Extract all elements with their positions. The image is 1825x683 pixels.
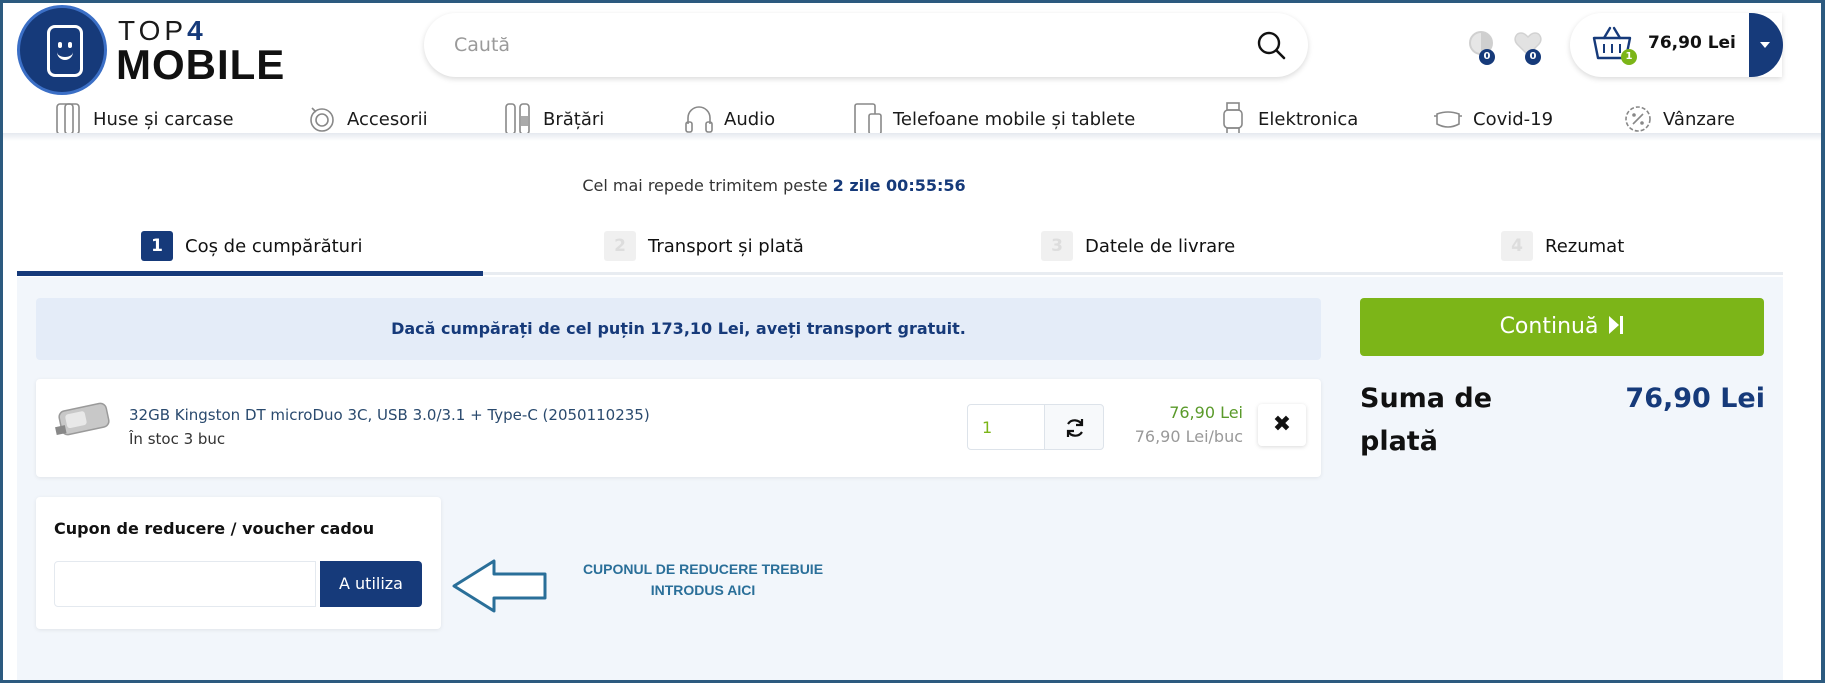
product-name-link[interactable]: 32GB Kingston DT microDuo 3C, USB 3.0/3.… (129, 406, 650, 424)
nav-label: Accesorii (347, 108, 428, 130)
continue-button[interactable]: Continuă (1360, 298, 1764, 356)
tablet-phone-icon (854, 103, 882, 135)
discount-icon (1625, 106, 1651, 132)
nav-label: Brățări (543, 108, 605, 130)
step-transport[interactable]: 2 Transport și plată (604, 231, 804, 261)
step-cart[interactable]: 1 Coș de cumpărături (141, 231, 363, 261)
headphones-icon (685, 106, 713, 133)
apply-coupon-button[interactable]: A utiliza (320, 561, 422, 607)
compare-count-badge: 0 (1479, 49, 1495, 65)
steps-progress (17, 271, 483, 276)
search-input[interactable] (454, 13, 1234, 77)
nav-label: Elektronica (1258, 108, 1359, 130)
nav-label: Vânzare (1663, 108, 1735, 130)
coupon-title: Cupon de reducere / voucher cadou (54, 519, 375, 538)
logo-icon[interactable] (17, 5, 107, 95)
step-summary[interactable]: 4 Rezumat (1501, 231, 1624, 261)
update-quantity-button[interactable] (1044, 404, 1104, 450)
coupon-input[interactable] (54, 561, 316, 607)
caret-down-icon (1760, 42, 1770, 48)
mask-icon (1434, 111, 1462, 128)
close-icon: ✖ (1272, 412, 1292, 437)
wishlist-count-badge: 0 (1525, 49, 1541, 65)
coupon-section: Cupon de reducere / voucher cadou A util… (36, 497, 441, 629)
logo-phone-glyph (47, 25, 83, 77)
nav-label: Huse și carcase (93, 108, 234, 130)
refresh-icon (1066, 419, 1084, 437)
band-icon (505, 103, 530, 135)
item-unit-price: 76,90 Lei/buc (1134, 427, 1243, 446)
arrow-left-icon (452, 559, 547, 613)
checkout-steps: 1 Coș de cumpărături 2 Transport și plat… (17, 219, 1783, 276)
delivery-time: 2 zile 00:55:56 (832, 176, 966, 195)
site-header: TOP4 MOBILE 0 0 1 (3, 3, 1821, 95)
nav-divider (3, 133, 1821, 141)
logo-text-bottom[interactable]: MOBILE (116, 41, 285, 89)
cable-icon (310, 107, 334, 132)
remove-item-button[interactable]: ✖ (1258, 404, 1306, 446)
usb-drive-image (55, 402, 110, 436)
search-icon[interactable] (1256, 30, 1286, 60)
nav-label: Audio (724, 108, 776, 130)
coupon-annotation: CUPONUL DE REDUCERE TREBUIE INTRODUS AIC… (582, 561, 824, 598)
delivery-countdown: Cel mai repede trimitem peste 2 zile 00:… (582, 176, 966, 195)
nav-label: Telefoane mobile și tablete (893, 108, 1136, 130)
search-bar (424, 13, 1308, 77)
phone-case-icon (56, 103, 80, 135)
cart-item: 32GB Kingston DT microDuo 3C, USB 3.0/3.… (36, 379, 1321, 477)
step-delivery-data[interactable]: 3 Datele de livrare (1041, 231, 1235, 261)
cart-count-badge: 1 (1621, 49, 1637, 65)
total-value: 76,90 Lei (1625, 383, 1765, 414)
page-frame: TOP4 MOBILE 0 0 1 (3, 3, 1821, 680)
item-price: 76,90 Lei (1169, 403, 1243, 422)
smartwatch-icon (1223, 102, 1243, 136)
quantity-input[interactable] (967, 404, 1045, 450)
nav-label: Covid-19 (1473, 108, 1554, 130)
total-label: Suma de plată (1360, 383, 1493, 457)
cart-total: 76,90 Lei (1648, 33, 1736, 53)
skip-forward-icon (1609, 316, 1624, 334)
stock-status: În stoc 3 buc (129, 430, 226, 448)
free-shipping-notice: Dacă cumpărați de cel puțin 173,10 Lei, … (36, 298, 1321, 360)
